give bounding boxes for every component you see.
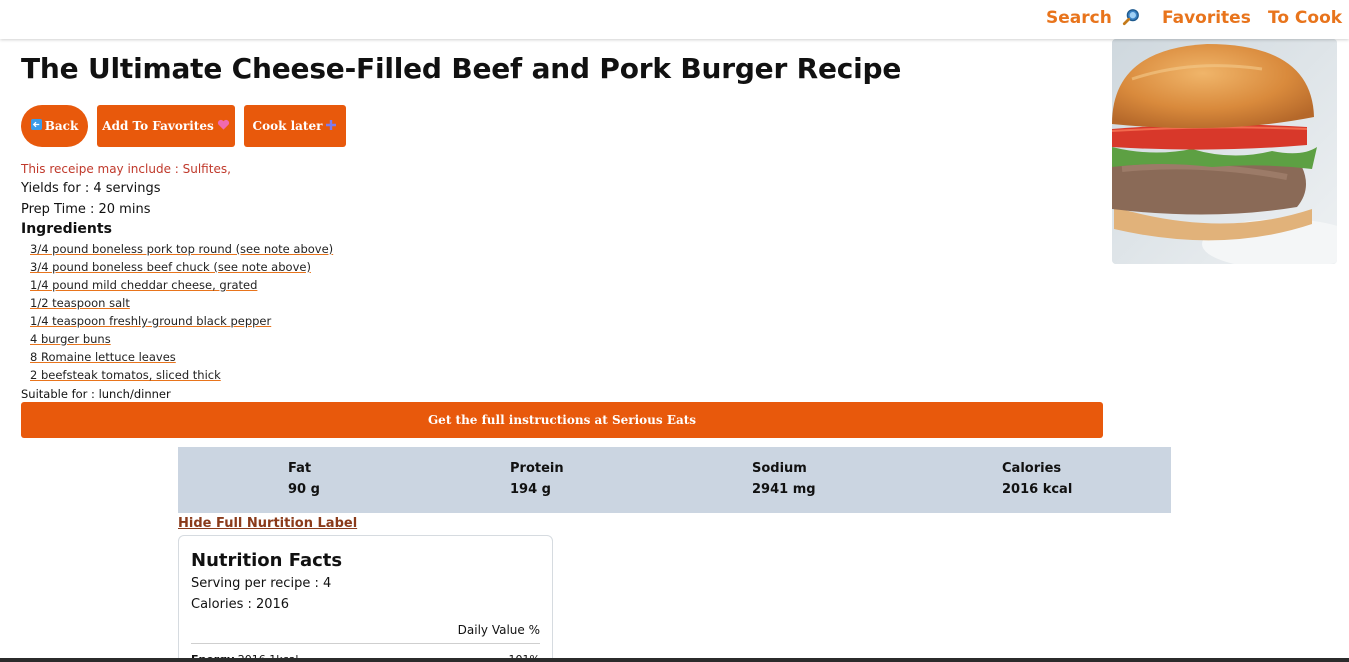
prep-time-text: Prep Time : 20 mins (21, 202, 151, 217)
cook-later-label: Cook later (252, 119, 323, 133)
nutrition-label: Protein (510, 461, 564, 476)
divider (191, 643, 540, 644)
search-icon (1122, 9, 1139, 26)
hide-nutrition-label-link[interactable]: Hide Full Nurtition Label (178, 516, 357, 531)
nutrition-value: 90 g (288, 482, 320, 497)
recipe-title: The Ultimate Cheese-Filled Beef and Pork… (21, 52, 902, 85)
add-to-favorites-label: Add To Favorites (102, 119, 214, 133)
allergy-warning: This receipe may include : Sulfites, (21, 162, 231, 176)
calories-line: Calories : 2016 (191, 597, 290, 612)
nutrition-label: Fat (288, 461, 312, 476)
cook-later-button[interactable]: Cook later (244, 105, 346, 147)
back-arrow-icon (30, 119, 42, 133)
nav-to-cook-link[interactable]: To Cook (1268, 8, 1342, 28)
full-instructions-button[interactable]: Get the full instructions at Serious Eat… (21, 402, 1103, 438)
burger-illustration (1112, 39, 1337, 264)
nutrition-fat: Fat 90 g (288, 461, 320, 497)
nutrition-label: Sodium (752, 461, 807, 476)
yields-text: Yields for : 4 servings (21, 181, 161, 196)
nutrition-facts-card: Nutrition Facts Serving per recipe : 4 C… (178, 535, 553, 662)
nutrition-summary: Fat 90 g Protein 194 g Sodium 2941 mg Ca… (178, 447, 1171, 513)
ingredient-item: 1/4 teaspoon freshly-ground black pepper (30, 314, 272, 328)
back-button[interactable]: Back (21, 105, 88, 147)
ingredient-item: 2 beefsteak tomatos, sliced thick (30, 368, 221, 382)
daily-value-header: Daily Value % (457, 623, 540, 637)
nutrition-protein: Protein 194 g (510, 461, 564, 497)
ingredient-item: 8 Romaine lettuce leaves (30, 350, 176, 364)
add-to-favorites-button[interactable]: Add To Favorites (97, 105, 235, 147)
recipe-image (1112, 39, 1337, 264)
suitable-for-text: Suitable for : lunch/dinner (21, 387, 171, 401)
ingredient-item: 4 burger buns (30, 332, 111, 346)
serving-per-recipe: Serving per recipe : 4 (191, 576, 332, 591)
nav-search-link[interactable]: Search (1046, 8, 1140, 28)
nutrition-facts-heading: Nutrition Facts (191, 550, 343, 571)
ingredients-heading: Ingredients (21, 221, 112, 237)
nutrition-value: 194 g (510, 482, 551, 497)
ingredient-item: 3/4 pound boneless pork top round (see n… (30, 242, 334, 256)
nutrition-label: Calories (1002, 461, 1062, 476)
nutrition-calories: Calories 2016 kcal (1002, 461, 1072, 497)
plus-icon (325, 119, 337, 134)
top-nav: Search Favorites To Cook (0, 0, 1349, 39)
nutrition-value: 2016 kcal (1002, 482, 1073, 497)
ingredients-list: 3/4 pound boneless pork top round (see n… (30, 242, 333, 386)
nav-favorites-link[interactable]: Favorites (1162, 8, 1251, 28)
ingredient-item: 3/4 pound boneless beef chuck (see note … (30, 260, 311, 274)
heart-icon (217, 119, 230, 134)
ingredient-item: 1/2 teaspoon salt (30, 296, 130, 310)
nutrition-value: 2941 mg (752, 482, 816, 497)
ingredient-item: 1/4 pound mild cheddar cheese, grated (30, 278, 258, 292)
back-button-label: Back (44, 119, 79, 133)
nutrition-sodium: Sodium 2941 mg (752, 461, 816, 497)
viewport-bottom-edge (0, 658, 1349, 662)
nav-search-label: Search (1046, 8, 1112, 28)
